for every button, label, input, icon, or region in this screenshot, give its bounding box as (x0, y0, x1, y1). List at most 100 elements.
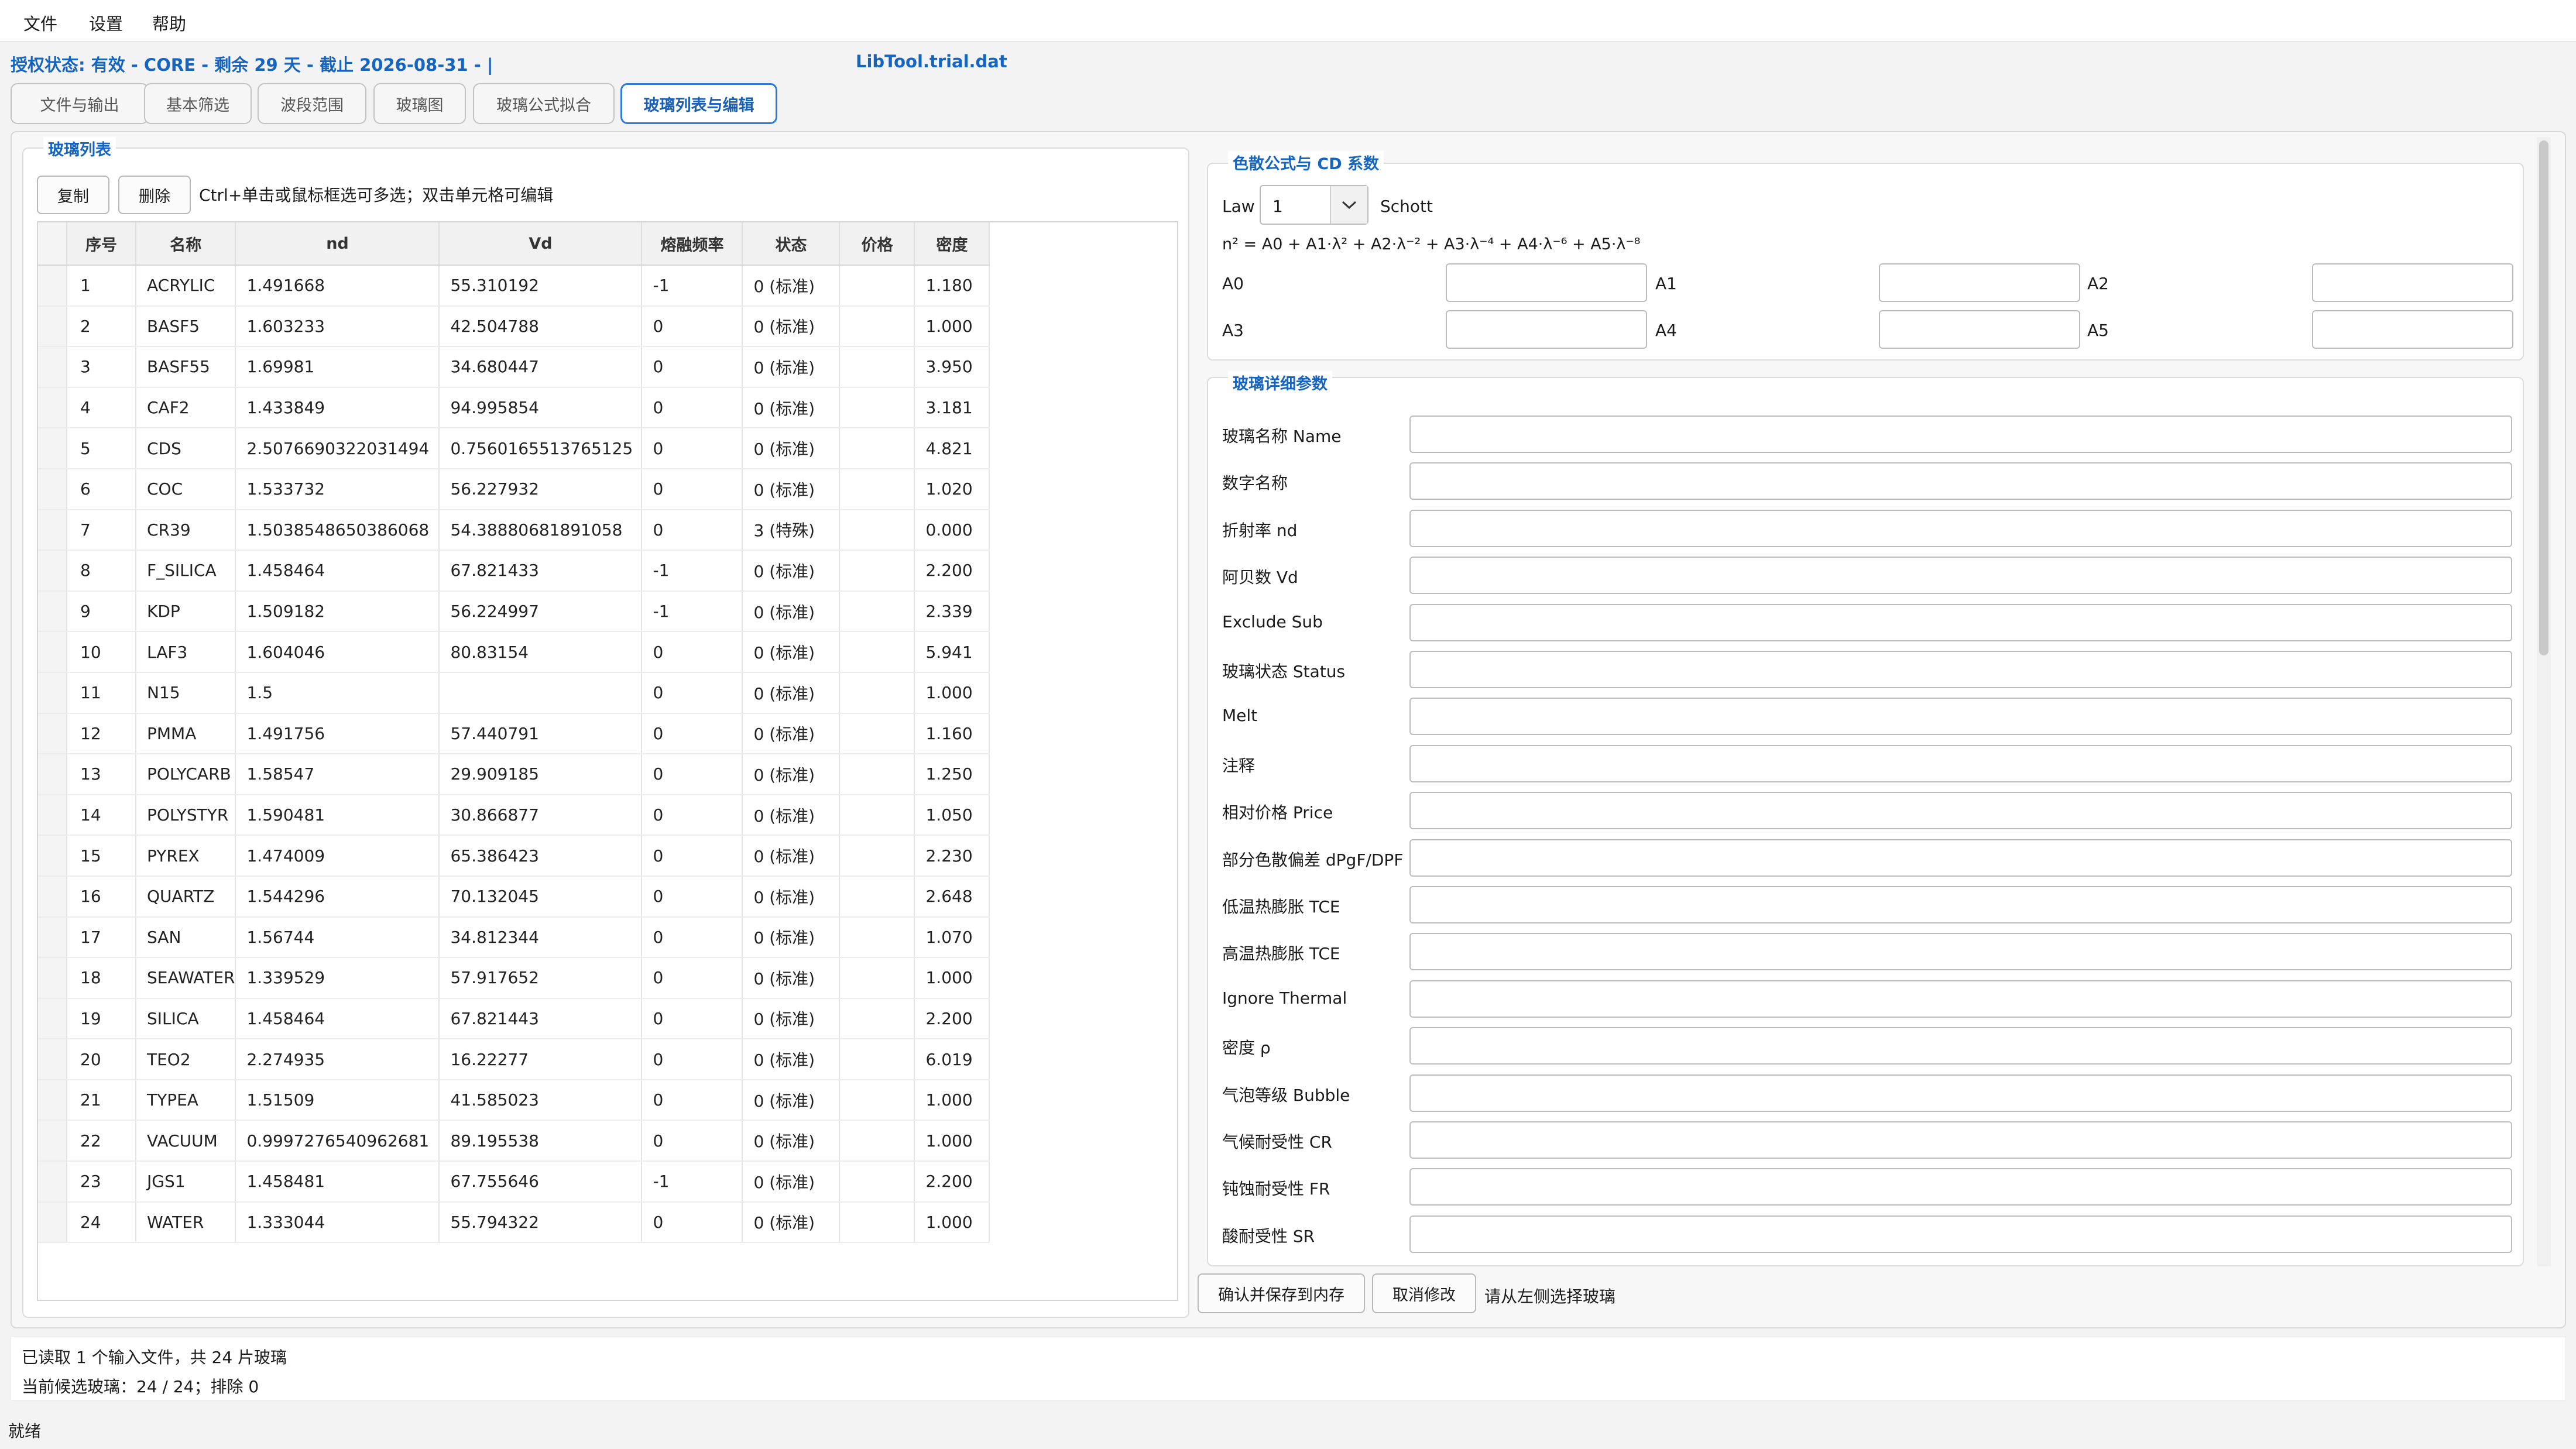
cell-name[interactable]: SILICA (136, 998, 236, 1040)
cell-melt-freq[interactable]: -1 (642, 265, 743, 307)
cell-vd[interactable]: 34.812344 (439, 916, 643, 959)
cell-price[interactable] (839, 713, 915, 755)
cell-nd[interactable]: 1.339529 (235, 957, 440, 999)
cell-price[interactable] (839, 550, 915, 592)
table-row[interactable]: 9 KDP 1.509182 56.224997 -1 0 (标准) 2.339 (38, 590, 990, 633)
cell-price[interactable] (839, 957, 915, 999)
table-row[interactable]: 24 WATER 1.333044 55.794322 0 0 (标准) 1.000 (38, 1201, 990, 1244)
cell-price[interactable] (839, 346, 915, 388)
tab-formula-fit[interactable]: 玻璃公式拟合 (473, 83, 615, 124)
cell-nd[interactable]: 1.69981 (235, 346, 440, 388)
cell-melt-freq[interactable]: -1 (642, 550, 743, 592)
cell-melt-freq[interactable]: 0 (642, 428, 743, 469)
cell-density[interactable]: 1.250 (914, 754, 990, 795)
column-header-index[interactable]: 序号 ˇ (67, 222, 136, 266)
cell-status[interactable]: 0 (标准) (742, 265, 841, 307)
row-header[interactable] (38, 1120, 67, 1162)
cell-density[interactable]: 3.950 (914, 346, 990, 388)
cancel-edit-button[interactable]: 取消修改 (1372, 1273, 1476, 1313)
row-header[interactable] (38, 428, 67, 469)
cell-status[interactable]: 0 (标准) (742, 672, 841, 714)
cell-density[interactable]: 1.000 (914, 1079, 990, 1121)
cell-price[interactable] (839, 1161, 915, 1203)
cell-status[interactable]: 0 (标准) (742, 1201, 841, 1244)
cell-nd[interactable]: 1.590481 (235, 794, 440, 836)
cell-vd[interactable]: 67.755646 (439, 1161, 643, 1203)
coef-input-a1[interactable] (1879, 263, 2080, 302)
cell-name[interactable]: PMMA (136, 713, 236, 755)
cell-name[interactable]: KDP (136, 590, 236, 633)
cell-status[interactable]: 0 (标准) (742, 305, 841, 348)
tab-basic-filter[interactable]: 基本筛选 (144, 83, 252, 124)
cell-status[interactable]: 0 (标准) (742, 713, 841, 755)
cell-density[interactable]: 1.050 (914, 794, 990, 836)
cell-index[interactable]: 4 (67, 387, 136, 429)
cell-melt-freq[interactable]: 0 (642, 468, 743, 510)
law-select[interactable]: 1 (1260, 185, 1368, 225)
menu-help[interactable]: 帮助 (152, 11, 186, 35)
tab-band-range[interactable]: 波段范围 (258, 83, 366, 124)
cell-melt-freq[interactable]: -1 (642, 590, 743, 633)
cell-price[interactable] (839, 387, 915, 429)
cell-vd[interactable] (439, 672, 643, 714)
coef-input-a2[interactable] (2312, 263, 2513, 302)
cell-index[interactable]: 17 (67, 916, 136, 959)
cell-price[interactable] (839, 794, 915, 836)
cell-price[interactable] (839, 509, 915, 551)
cell-melt-freq[interactable]: 0 (642, 713, 743, 755)
row-header[interactable] (38, 468, 67, 510)
detail-field-input[interactable] (1409, 557, 2512, 595)
cell-name[interactable]: N15 (136, 672, 236, 714)
cell-status[interactable]: 0 (标准) (742, 631, 841, 673)
detail-field-input[interactable] (1409, 1121, 2512, 1159)
cell-index[interactable]: 15 (67, 835, 136, 877)
detail-field-input[interactable] (1409, 792, 2512, 830)
cell-vd[interactable]: 55.310192 (439, 265, 643, 307)
cell-price[interactable] (839, 1039, 915, 1080)
delete-button[interactable]: 删除 (118, 176, 191, 214)
cell-index[interactable]: 20 (67, 1039, 136, 1080)
cell-status[interactable]: 0 (标准) (742, 428, 841, 469)
row-header[interactable] (38, 387, 67, 429)
coef-input-a3[interactable] (1446, 310, 1647, 349)
cell-melt-freq[interactable]: 0 (642, 346, 743, 388)
row-header[interactable] (38, 1161, 67, 1203)
cell-status[interactable]: 0 (标准) (742, 387, 841, 429)
cell-name[interactable]: TEO2 (136, 1039, 236, 1080)
cell-density[interactable]: 1.000 (914, 957, 990, 999)
cell-nd[interactable]: 1.509182 (235, 590, 440, 633)
cell-index[interactable]: 23 (67, 1161, 136, 1203)
cell-status[interactable]: 0 (标准) (742, 998, 841, 1040)
cell-density[interactable]: 1.070 (914, 916, 990, 959)
cell-vd[interactable]: 70.132045 (439, 875, 643, 918)
row-header[interactable] (38, 1039, 67, 1080)
column-header-status[interactable]: 状态 (742, 222, 841, 266)
cell-price[interactable] (839, 1201, 915, 1244)
table-row[interactable]: 22 VACUUM 0.9997276540962681 89.195538 0 0 (标… (38, 1120, 990, 1162)
cell-index[interactable]: 9 (67, 590, 136, 633)
row-header[interactable] (38, 672, 67, 714)
detail-field-input[interactable] (1409, 509, 2512, 547)
cell-index[interactable]: 10 (67, 631, 136, 673)
cell-status[interactable]: 0 (标准) (742, 754, 841, 795)
table-row[interactable]: 17 SAN 1.56744 34.812344 0 0 (标准) 1.070 (38, 916, 990, 959)
detail-field-input[interactable] (1409, 651, 2512, 688)
cell-index[interactable]: 5 (67, 428, 136, 469)
save-to-memory-button[interactable]: 确认并保存到内存 (1198, 1273, 1365, 1313)
cell-name[interactable]: SAN (136, 916, 236, 959)
cell-vd[interactable]: 56.227932 (439, 468, 643, 510)
cell-name[interactable]: CAF2 (136, 387, 236, 429)
table-row[interactable]: 6 COC 1.533732 56.227932 0 0 (标准) 1.020 (38, 468, 990, 510)
table-row[interactable]: 19 SILICA 1.458464 67.821443 0 0 (标准) 2.200 (38, 998, 990, 1040)
cell-density[interactable]: 2.200 (914, 1161, 990, 1203)
cell-status[interactable]: 0 (标准) (742, 957, 841, 999)
cell-melt-freq[interactable]: 0 (642, 387, 743, 429)
cell-melt-freq[interactable]: 0 (642, 1201, 743, 1244)
cell-price[interactable] (839, 590, 915, 633)
cell-density[interactable]: 2.200 (914, 998, 990, 1040)
cell-nd[interactable]: 1.474009 (235, 835, 440, 877)
table-row[interactable]: 14 POLYSTYR 1.590481 30.866877 0 0 (标准) 1.050 (38, 794, 990, 836)
column-header-vd[interactable]: Vd (439, 222, 643, 266)
column-header-price[interactable]: 价格 (839, 222, 915, 266)
cell-status[interactable]: 0 (标准) (742, 916, 841, 959)
